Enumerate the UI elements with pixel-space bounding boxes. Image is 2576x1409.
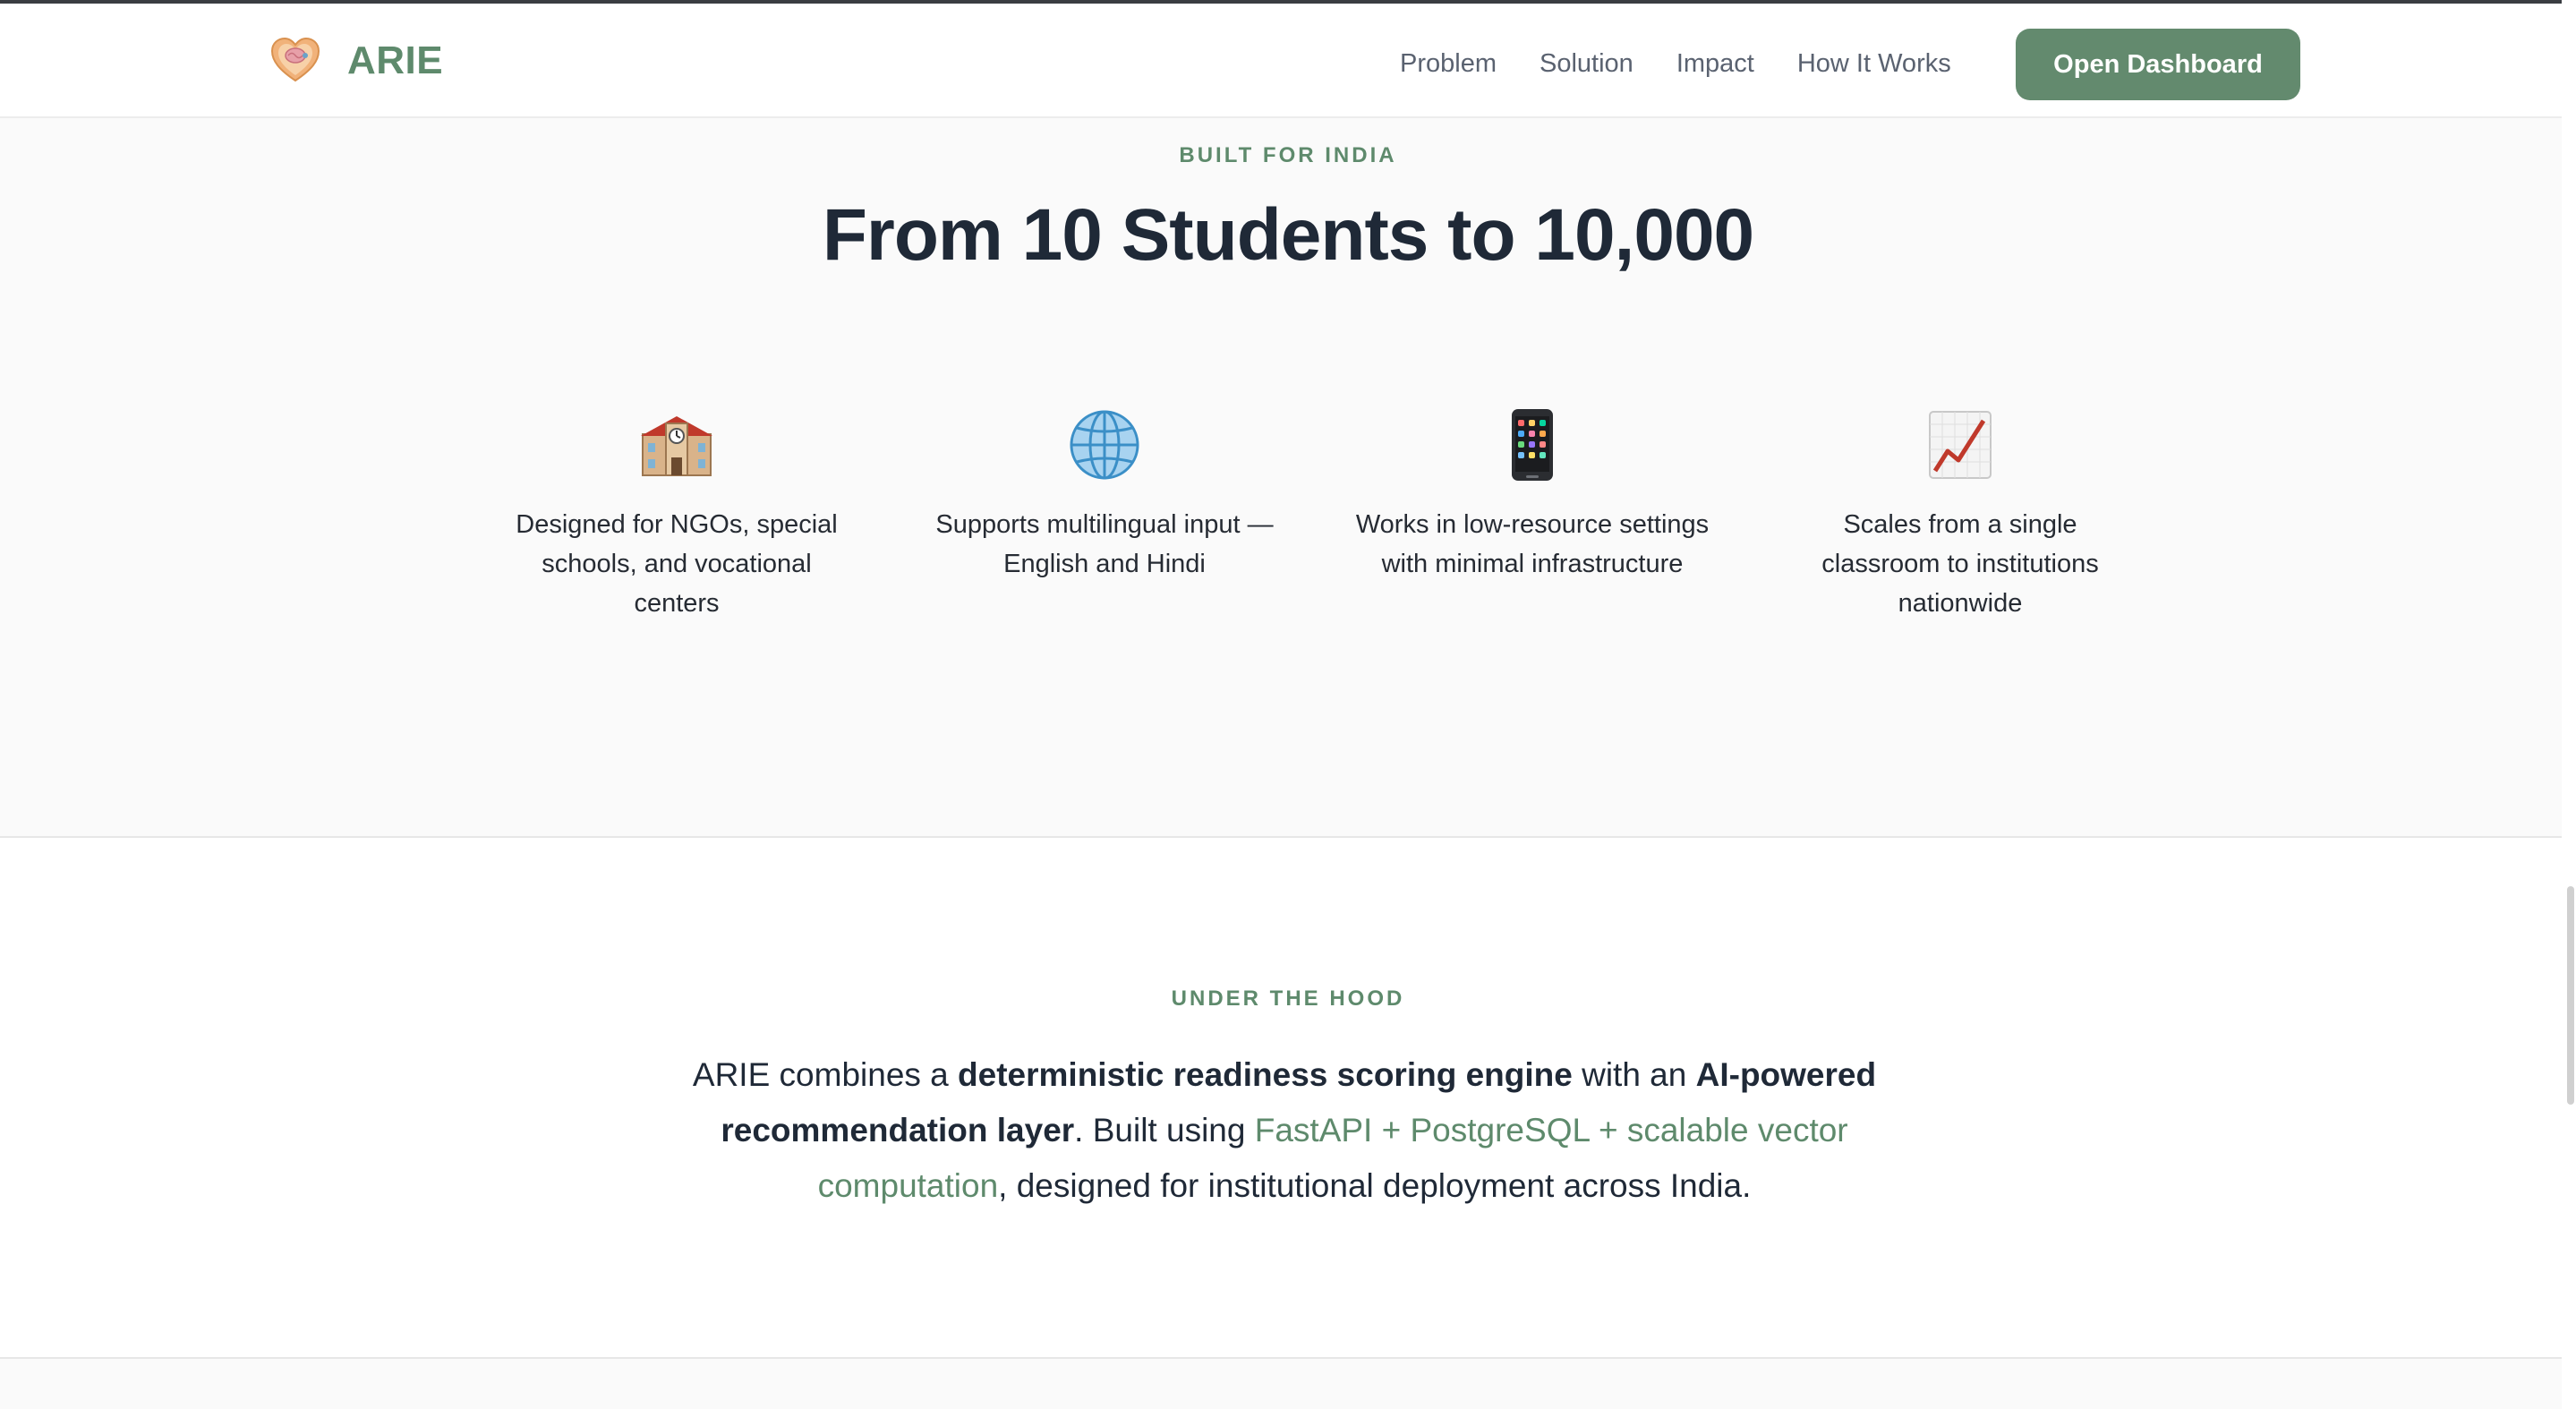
description-text: with an xyxy=(1572,1056,1696,1093)
description-highlight: deterministic readiness scoring engine xyxy=(958,1056,1573,1093)
tech-description: ARIE combines a deterministic readiness … xyxy=(627,1047,1942,1214)
next-section-edge xyxy=(0,1359,2576,1409)
under-the-hood-section: UNDER THE HOOD ARIE combines a determini… xyxy=(0,838,2576,1359)
feature-item-low-resource: Works in low-resource settings with mini… xyxy=(1353,405,1711,584)
scrollbar-track[interactable] xyxy=(2562,0,2576,1409)
heart-brain-icon xyxy=(270,37,320,82)
scrollbar-thumb[interactable] xyxy=(2567,886,2574,1105)
school-building-icon xyxy=(498,405,856,485)
site-header: ARIE Problem Solution Impact How It Work… xyxy=(0,4,2576,118)
nav-link-how-it-works[interactable]: How It Works xyxy=(1797,49,1951,79)
section-headline: From 10 Students to 10,000 xyxy=(822,194,1754,276)
feature-item-scales: Scales from a single classroom to instit… xyxy=(1781,405,2139,623)
feature-item-multilingual: Supports multilingual input — English an… xyxy=(925,405,1284,584)
mobile-phone-icon xyxy=(1353,405,1711,485)
section-eyebrow: UNDER THE HOOD xyxy=(1171,986,1405,1011)
chart-increasing-icon xyxy=(1781,405,2139,485)
feature-text: Designed for NGOs, special schools, and … xyxy=(516,510,838,618)
description-text: , designed for institutional deployment … xyxy=(998,1167,1752,1204)
feature-item-ngos: Designed for NGOs, special schools, and … xyxy=(498,405,856,623)
feature-grid: Designed for NGOs, special schools, and … xyxy=(498,405,2209,655)
brand-name: ARIE xyxy=(347,38,444,82)
description-text: . Built using xyxy=(1074,1112,1255,1149)
built-for-india-section: BUILT FOR INDIA From 10 Students to 10,0… xyxy=(0,118,2576,838)
globe-icon xyxy=(925,405,1284,485)
nav-link-impact[interactable]: Impact xyxy=(1676,49,1754,79)
feature-text: Works in low-resource settings with mini… xyxy=(1355,510,1710,578)
open-dashboard-button[interactable]: Open Dashboard xyxy=(2016,29,2300,100)
nav-link-solution[interactable]: Solution xyxy=(1540,49,1633,79)
brand-logo-link[interactable]: ARIE xyxy=(269,34,443,88)
nav-link-problem[interactable]: Problem xyxy=(1400,49,1497,79)
feature-text: Supports multilingual input — English an… xyxy=(935,510,1274,578)
description-text: ARIE combines a xyxy=(692,1056,959,1093)
main-nav: Problem Solution Impact How It Works xyxy=(1400,41,1951,86)
feature-text: Scales from a single classroom to instit… xyxy=(1821,510,2099,618)
section-eyebrow: BUILT FOR INDIA xyxy=(1179,143,1397,167)
